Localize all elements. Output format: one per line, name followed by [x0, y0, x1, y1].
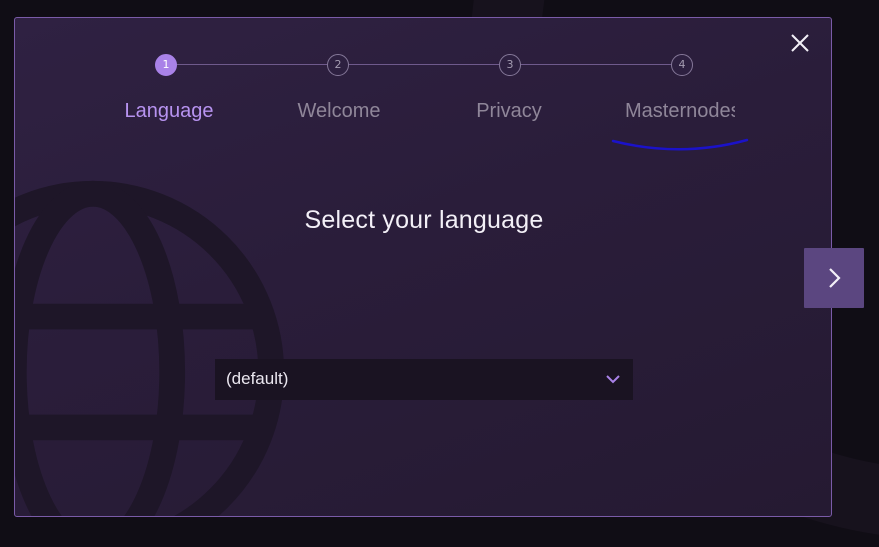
chevron-down-icon [606, 375, 620, 384]
step-label-welcome[interactable]: Welcome [269, 100, 409, 123]
highlight-annotation [611, 138, 749, 151]
stepper-connector [520, 64, 671, 65]
step-label-privacy[interactable]: Privacy [439, 100, 579, 123]
step-label-masternodes[interactable]: Masternodes [623, 100, 735, 123]
next-button[interactable] [804, 248, 864, 308]
step-indicator-2[interactable]: 2 [327, 54, 349, 76]
chevron-right-icon [829, 268, 841, 288]
stepper-connector [176, 64, 327, 65]
onboarding-dialog: 1 2 3 4 Language Welcome Privacy Mastern… [14, 17, 832, 517]
language-select[interactable]: (default) [215, 359, 633, 400]
stepper-connector [348, 64, 499, 65]
language-select-value: (default) [226, 369, 289, 388]
step-indicator-4[interactable]: 4 [671, 54, 693, 76]
wizard-stepper: 1 2 3 4 Language Welcome Privacy Mastern… [15, 18, 831, 158]
step-indicator-1[interactable]: 1 [155, 54, 177, 76]
page-title: Select your language [304, 206, 544, 234]
step-label-language[interactable]: Language [99, 100, 239, 123]
step-indicator-3[interactable]: 3 [499, 54, 521, 76]
